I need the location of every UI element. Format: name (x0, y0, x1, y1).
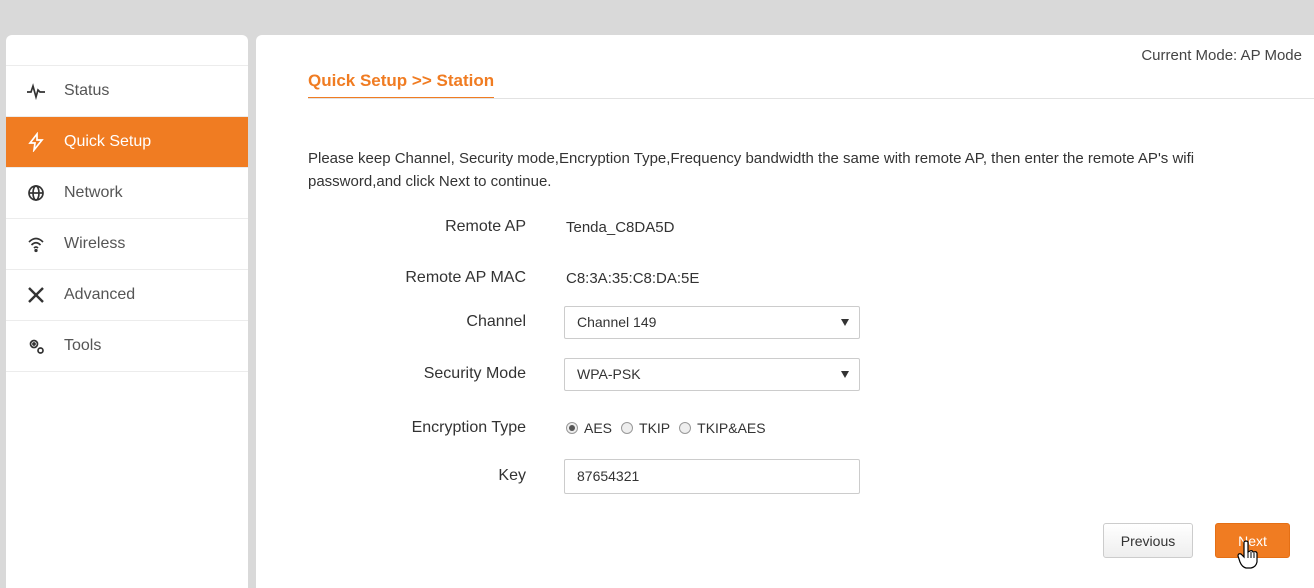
gears-icon (26, 336, 46, 356)
security-mode-select[interactable]: WPA-PSK (564, 357, 860, 391)
remote-ap-row: Remote AP Tenda_C8DA5D (308, 212, 1268, 242)
key-input[interactable]: 87654321 (564, 458, 860, 494)
sidebar-item-label: Advanced (64, 286, 136, 303)
chevron-down-icon (841, 370, 849, 378)
encryption-option-tkip[interactable]: TKIP (621, 420, 670, 436)
encryption-option-aes[interactable]: AES (566, 420, 612, 436)
radio-unchecked-icon[interactable] (679, 422, 692, 434)
main-panel: Current Mode: AP Mode Quick Setup >> Sta… (256, 35, 1314, 588)
radio-label: TKIP (639, 420, 671, 436)
security-mode-label: Security Mode (423, 365, 526, 382)
encryption-type-label: Encryption Type (411, 419, 526, 436)
security-mode-select-value: WPA-PSK (577, 366, 641, 382)
sidebar-item-tools[interactable]: Tools (6, 321, 248, 372)
hand-cursor-icon (1236, 540, 1260, 575)
chevron-down-icon (841, 318, 849, 326)
bolt-icon (26, 132, 46, 152)
sidebar-item-quick-setup[interactable]: Quick Setup (6, 117, 248, 168)
remote-ap-mac-value: C8:3A:35:C8:DA:5E (566, 269, 700, 287)
current-mode: Current Mode: AP Mode (1141, 47, 1302, 64)
globe-icon (26, 183, 46, 203)
key-input-value: 87654321 (577, 468, 640, 484)
title-divider (308, 98, 1314, 99)
remote-ap-label: Remote AP (445, 218, 526, 235)
key-label: Key (498, 467, 526, 484)
sidebar-item-status[interactable]: Status (6, 66, 248, 117)
channel-select[interactable]: Channel 149 (564, 305, 860, 339)
channel-select-value: Channel 149 (577, 314, 657, 330)
sidebar-item-label: Network (64, 184, 123, 201)
sidebar-item-label: Status (64, 82, 110, 99)
radio-label: TKIP&AES (697, 420, 766, 436)
pulse-icon (26, 81, 46, 101)
radio-unchecked-icon[interactable] (621, 422, 634, 434)
remote-ap-mac-row: Remote AP MAC C8:3A:35:C8:DA:5E (308, 263, 1268, 293)
encryption-type-row: Encryption Type AES TKIP TKIP&AES (308, 413, 1268, 443)
title-wrap: Quick Setup >> Station (308, 71, 495, 99)
encryption-option-tkip-aes[interactable]: TKIP&AES (679, 420, 766, 436)
key-row: Key 87654321 (308, 458, 1268, 494)
channel-row: Channel Channel 149 (308, 305, 1268, 339)
previous-button[interactable]: Previous (1103, 523, 1193, 558)
tools-icon (26, 285, 46, 305)
channel-label: Channel (466, 313, 526, 330)
page-title: Quick Setup >> Station (308, 71, 495, 99)
remote-ap-value: Tenda_C8DA5D (566, 218, 675, 236)
security-mode-row: Security Mode WPA-PSK (308, 357, 1268, 391)
sidebar-item-label: Tools (64, 337, 102, 354)
remote-ap-mac-label: Remote AP MAC (405, 269, 526, 286)
sidebar-item-label: Wireless (64, 235, 126, 252)
sidebar-item-wireless[interactable]: Wireless (6, 219, 248, 270)
sidebar-item-advanced[interactable]: Advanced (6, 270, 248, 321)
radio-label: AES (584, 420, 613, 436)
instructions-text: Please keep Channel, Security mode,Encry… (308, 150, 1195, 190)
wifi-icon (26, 234, 46, 254)
encryption-radio-group: AES TKIP TKIP&AES (566, 420, 775, 436)
sidebar-item-label: Quick Setup (64, 133, 152, 150)
sidebar: Status Quick Setup Network Wireless Adva… (6, 35, 248, 588)
sidebar-item-network[interactable]: Network (6, 168, 248, 219)
sidebar-nav: Status Quick Setup Network Wireless Adva… (6, 65, 248, 372)
radio-checked-icon[interactable] (566, 422, 578, 434)
